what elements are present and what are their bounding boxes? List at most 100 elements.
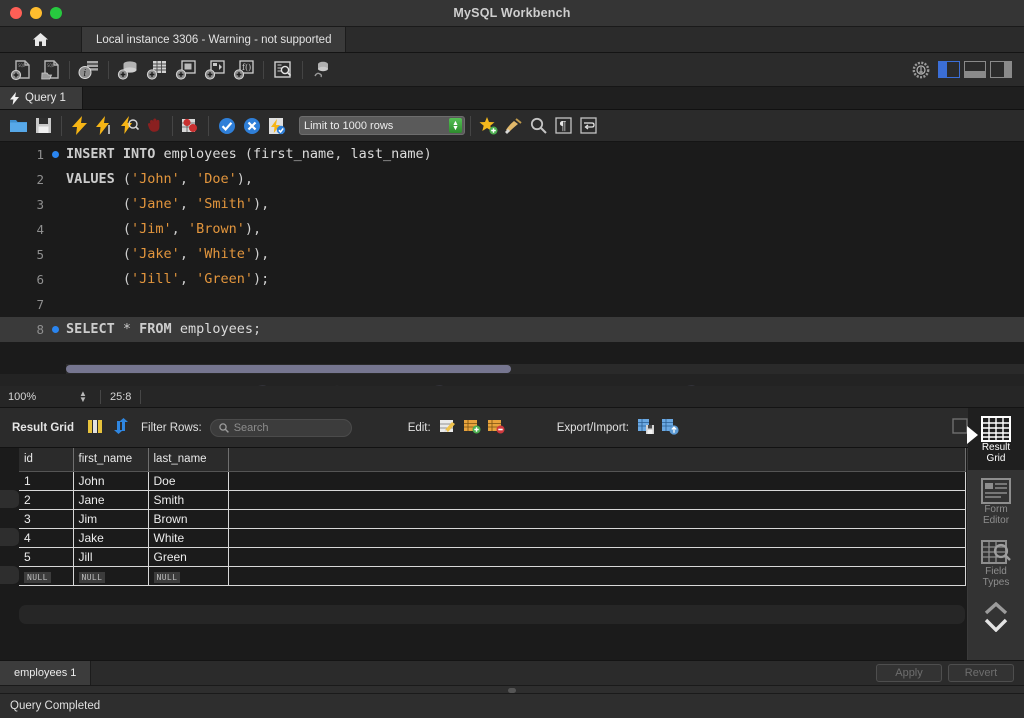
row-marker[interactable] xyxy=(0,471,19,490)
table-cell[interactable]: John xyxy=(73,471,148,490)
tab-query-1[interactable]: Query 1 xyxy=(0,87,83,109)
table-cell[interactable] xyxy=(228,547,965,566)
table-cell[interactable]: Jim xyxy=(73,509,148,528)
sidebar-item-form-editor[interactable]: Form Editor xyxy=(968,470,1024,532)
code-line[interactable]: 6 ('Jill', 'Green'); xyxy=(0,267,1024,292)
refresh-icon[interactable] xyxy=(113,418,129,437)
sql-code-area[interactable]: 1INSERT INTO employees (first_name, last… xyxy=(0,142,1024,374)
delete-row-icon[interactable] xyxy=(487,418,505,437)
table-cell[interactable]: NULL xyxy=(73,566,148,585)
table-cell[interactable] xyxy=(228,471,965,490)
zoom-stepper[interactable]: ▲ ▼ xyxy=(75,391,91,403)
secondary-panel-toggle[interactable] xyxy=(990,61,1012,78)
table-row[interactable]: 2JaneSmith xyxy=(19,490,965,509)
table-cell[interactable]: NULL xyxy=(148,566,228,585)
output-panel-toggle[interactable] xyxy=(964,61,986,78)
sidebar-scroll-chevrons[interactable] xyxy=(968,594,1024,638)
code-line[interactable]: 1INSERT INTO employees (first_name, last… xyxy=(0,142,1024,167)
column-header[interactable]: last_name xyxy=(148,448,228,471)
toggle-breakpoint-icon[interactable] xyxy=(178,114,203,138)
table-body[interactable]: 1JohnDoe2JaneSmith3JimBrown4JakeWhite5Ji… xyxy=(19,471,965,585)
code-line[interactable]: 8SELECT * FROM employees; xyxy=(0,317,1024,342)
explain-icon[interactable] xyxy=(117,114,142,138)
table-cell[interactable]: Doe xyxy=(148,471,228,490)
statement-marker[interactable] xyxy=(44,326,66,333)
table-cell[interactable] xyxy=(228,509,965,528)
row-marker[interactable] xyxy=(0,528,19,547)
beautify-icon[interactable] xyxy=(501,114,526,138)
stop-icon[interactable] xyxy=(142,114,167,138)
create-procedure-icon[interactable] xyxy=(202,57,228,83)
table-cell[interactable] xyxy=(228,490,965,509)
home-button[interactable] xyxy=(0,27,82,52)
code-line[interactable]: 4 ('Jim', 'Brown'), xyxy=(0,217,1024,242)
execute-icon[interactable] xyxy=(67,114,92,138)
save-file-icon[interactable] xyxy=(31,114,56,138)
sql-editor[interactable]: 1INSERT INTO employees (first_name, last… xyxy=(0,142,1024,374)
search-data-icon[interactable] xyxy=(270,57,296,83)
rollback-icon[interactable] xyxy=(239,114,264,138)
revert-button[interactable]: Revert xyxy=(948,664,1014,682)
create-view-icon[interactable] xyxy=(173,57,199,83)
gear-icon[interactable] xyxy=(908,57,934,83)
table-cell[interactable]: Jane xyxy=(73,490,148,509)
export-recordset-icon[interactable] xyxy=(637,418,655,438)
open-file-icon[interactable] xyxy=(6,114,31,138)
reconnect-dbms-icon[interactable] xyxy=(309,57,335,83)
result-grid[interactable]: idfirst_namelast_name 1JohnDoe2JaneSmith… xyxy=(0,448,968,660)
wrap-lines-icon[interactable] xyxy=(576,114,601,138)
table-cell[interactable] xyxy=(228,566,965,585)
edit-row-icon[interactable] xyxy=(439,418,457,437)
apply-button[interactable]: Apply xyxy=(876,664,942,682)
server-status-icon[interactable]: i xyxy=(76,57,102,83)
table-row[interactable]: 4JakeWhite xyxy=(19,528,965,547)
auto-commit-icon[interactable] xyxy=(264,114,289,138)
find-icon[interactable] xyxy=(526,114,551,138)
row-marker[interactable] xyxy=(0,547,19,566)
table-cell[interactable]: Smith xyxy=(148,490,228,509)
table-cell[interactable]: 2 xyxy=(19,490,73,509)
save-snippet-icon[interactable] xyxy=(476,114,501,138)
open-sql-file-icon[interactable]: SQL xyxy=(37,57,63,83)
sidebar-panel-toggle[interactable] xyxy=(938,61,960,78)
table-cell[interactable]: NULL xyxy=(19,566,73,585)
table-cell[interactable]: Jake xyxy=(73,528,148,547)
table-cell[interactable]: 1 xyxy=(19,471,73,490)
table-cell[interactable]: 5 xyxy=(19,547,73,566)
row-limit-stepper[interactable]: ▲ ▼ xyxy=(449,118,462,133)
row-marker[interactable] xyxy=(0,509,19,528)
table-row[interactable]: NULLNULLNULL xyxy=(19,566,965,585)
table-cell[interactable]: 4 xyxy=(19,528,73,547)
insert-row-icon[interactable] xyxy=(463,418,481,437)
row-marker[interactable] xyxy=(0,490,19,509)
create-function-icon[interactable]: f() xyxy=(231,57,257,83)
code-line[interactable]: 3 ('Jane', 'Smith'), xyxy=(0,192,1024,217)
table-cell[interactable]: Jill xyxy=(73,547,148,566)
editor-horizontal-scrollbar[interactable] xyxy=(66,364,1024,374)
table-row[interactable]: 1JohnDoe xyxy=(19,471,965,490)
table-cell[interactable]: Green xyxy=(148,547,228,566)
create-table-icon[interactable] xyxy=(144,57,170,83)
table-cell[interactable]: White xyxy=(148,528,228,547)
code-line[interactable]: 5 ('Jake', 'White'), xyxy=(0,242,1024,267)
column-header[interactable] xyxy=(228,448,965,471)
row-marker[interactable] xyxy=(0,566,19,585)
table-cell[interactable]: 3 xyxy=(19,509,73,528)
column-header[interactable]: first_name xyxy=(73,448,148,471)
grid-view-icon[interactable] xyxy=(88,419,103,437)
table-row[interactable]: 5JillGreen xyxy=(19,547,965,566)
table-cell[interactable] xyxy=(228,528,965,547)
filter-search-input[interactable]: Search xyxy=(210,419,352,437)
new-sql-file-icon[interactable]: SQL xyxy=(8,57,34,83)
bottom-horizontal-scrollbar[interactable] xyxy=(0,685,1024,694)
column-header[interactable]: id xyxy=(19,448,73,471)
result-tab-employees-1[interactable]: employees 1 xyxy=(0,661,91,685)
create-schema-icon[interactable] xyxy=(115,57,141,83)
execute-current-statement-icon[interactable] xyxy=(92,114,117,138)
row-limit-dropdown[interactable]: Limit to 1000 rows ▲ ▼ xyxy=(299,116,465,135)
table-cell[interactable]: Brown xyxy=(148,509,228,528)
import-recordset-icon[interactable] xyxy=(661,418,679,438)
sidebar-item-field-types[interactable]: Field Types xyxy=(968,532,1024,594)
table-row[interactable]: 3JimBrown xyxy=(19,509,965,528)
statement-marker[interactable] xyxy=(44,151,66,158)
